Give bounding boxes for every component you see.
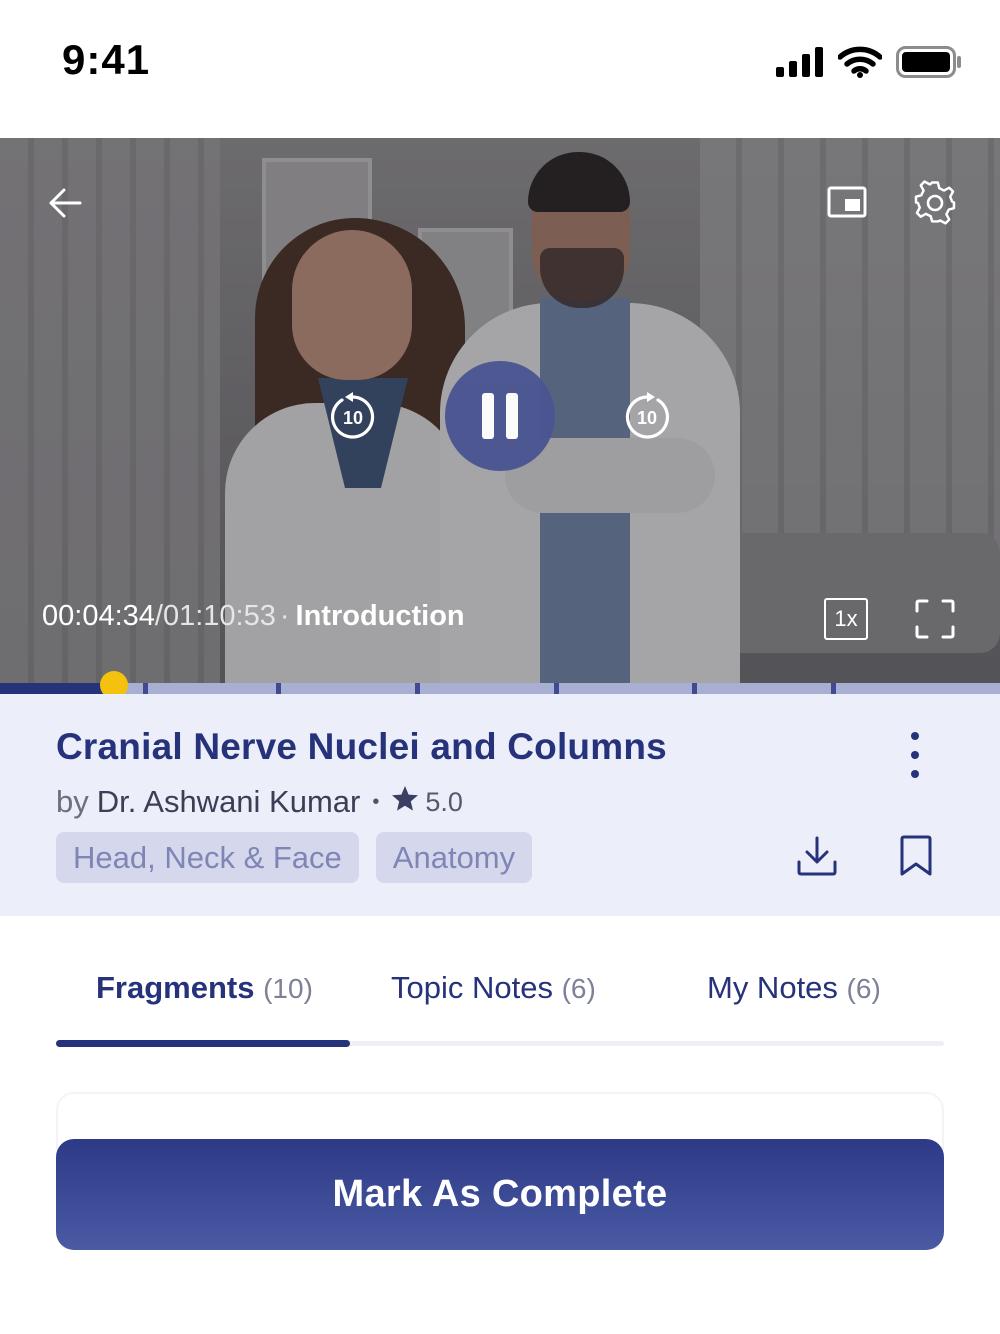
video-player[interactable]: 10 10 00:04:34/01:10:53 · Introduction 1x [0, 138, 1000, 684]
gear-icon[interactable] [912, 180, 958, 226]
more-vertical-icon[interactable] [900, 732, 930, 778]
tag-chip[interactable]: Anatomy [375, 832, 533, 883]
tab-label: My Notes [707, 970, 838, 1005]
tab-topic-notes[interactable]: Topic Notes (6) [391, 970, 596, 1006]
tag-chip[interactable]: Head, Neck & Face [56, 832, 359, 883]
chapter-marker [554, 683, 559, 694]
current-time: 00:04:34 [42, 600, 155, 632]
video-progress-bar[interactable] [0, 671, 1000, 699]
mark-as-complete-button[interactable]: Mark As Complete [56, 1139, 944, 1250]
wifi-icon [837, 46, 883, 83]
author-prefix: by [56, 784, 89, 819]
tab-active-indicator [56, 1040, 350, 1047]
cellular-signal-icon [776, 46, 824, 82]
battery-icon [896, 45, 962, 83]
arrow-left-icon[interactable] [40, 182, 90, 224]
pause-button[interactable] [445, 361, 555, 471]
download-icon[interactable] [795, 834, 839, 878]
lecture-info-panel: Cranial Nerve Nuclei and Columns by Dr. … [0, 694, 1000, 916]
chapter-marker [276, 683, 281, 694]
tab-fragments[interactable]: Fragments (10) [96, 970, 313, 1006]
chapter-title: Introduction [295, 600, 465, 632]
picture-in-picture-icon[interactable] [826, 184, 868, 220]
tab-label: Fragments [96, 970, 255, 1005]
tab-count: (6) [846, 973, 881, 1004]
author-row: by Dr. Ashwani Kumar • 5.0 [56, 784, 463, 820]
tab-my-notes[interactable]: My Notes (6) [707, 970, 881, 1006]
chapter-marker [415, 683, 420, 694]
tab-count: (6) [561, 973, 596, 1004]
chapter-marker [831, 683, 836, 694]
chapter-marker [692, 683, 697, 694]
lecture-title: Cranial Nerve Nuclei and Columns [56, 726, 667, 767]
status-time: 9:41 [62, 36, 151, 83]
status-icons [776, 45, 962, 83]
rating-value: 5.0 [425, 786, 463, 817]
rating-separator: • [372, 790, 380, 813]
chapter-marker [143, 683, 148, 694]
progress-played [0, 683, 114, 694]
total-time: /01:10:53 [154, 600, 276, 632]
fullscreen-icon[interactable] [914, 598, 956, 640]
status-bar: 9:41 [0, 0, 1000, 138]
rewind-10-icon[interactable]: 10 [328, 392, 378, 442]
forward-seconds-label: 10 [637, 408, 657, 428]
tab-count: (10) [263, 973, 313, 1004]
author-name[interactable]: Dr. Ashwani Kumar [97, 784, 361, 820]
forward-10-icon[interactable]: 10 [622, 392, 672, 442]
tag-list: Head, Neck & Face Anatomy [56, 832, 533, 883]
tab-label: Topic Notes [391, 970, 553, 1005]
content-tabs: Fragments (10) Topic Notes (6) My Notes … [56, 970, 944, 1048]
time-readout: 00:04:34/01:10:53 · Introduction [42, 600, 465, 633]
bookmark-icon[interactable] [898, 834, 934, 878]
playback-speed-button[interactable]: 1x [824, 598, 868, 640]
rewind-seconds-label: 10 [343, 408, 363, 428]
time-separator: · [279, 600, 290, 632]
star-icon [391, 784, 419, 820]
